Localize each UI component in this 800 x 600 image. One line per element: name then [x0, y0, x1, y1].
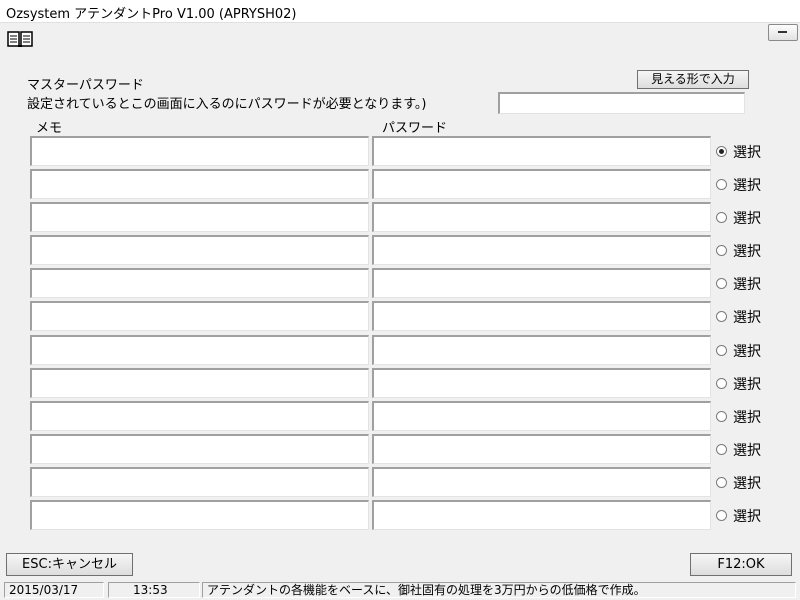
radio-button-icon[interactable]	[716, 510, 727, 521]
master-password-note: 設定されているとこの画面に入るのにパスワードが必要となります。)	[27, 97, 427, 112]
status-message: アテンダントの各機能をベースに、御社固有の処理を3万円からの低価格で作成。	[202, 582, 796, 598]
password-input[interactable]	[372, 401, 711, 431]
master-password-label: マスターパスワード	[27, 78, 144, 93]
select-radio[interactable]: 選択	[714, 207, 774, 229]
radio-button-icon[interactable]	[716, 245, 727, 256]
select-label: 選択	[733, 443, 761, 459]
memo-input[interactable]	[30, 368, 369, 398]
select-label: 選択	[733, 509, 761, 525]
radio-button-icon[interactable]	[716, 311, 727, 322]
memo-input[interactable]	[30, 335, 369, 365]
select-radio[interactable]: 選択	[714, 306, 774, 328]
radio-button-icon[interactable]	[716, 345, 727, 356]
select-label: 選択	[733, 277, 761, 293]
radio-button-icon[interactable]	[716, 278, 727, 289]
radio-button-icon[interactable]	[716, 378, 727, 389]
memo-input[interactable]	[30, 301, 369, 331]
select-radio[interactable]: 選択	[714, 406, 774, 428]
memo-input[interactable]	[30, 268, 369, 298]
password-input[interactable]	[372, 467, 711, 497]
password-input[interactable]	[372, 202, 711, 232]
select-radio[interactable]: 選択	[714, 505, 774, 527]
password-input[interactable]	[372, 268, 711, 298]
select-radio[interactable]: 選択	[714, 373, 774, 395]
main-window: Ozsystem アテンダントPro V1.00 (APRYSH02) マスター…	[0, 0, 800, 600]
password-input[interactable]	[372, 169, 711, 199]
password-input[interactable]	[372, 500, 711, 530]
status-time: 13:53	[108, 582, 200, 598]
memo-input[interactable]	[30, 467, 369, 497]
select-radio[interactable]: 選択	[714, 472, 774, 494]
minimize-button[interactable]	[768, 24, 798, 41]
memo-input[interactable]	[30, 169, 369, 199]
memo-column-header: メモ	[36, 121, 63, 136]
password-input[interactable]	[372, 368, 711, 398]
book-icon[interactable]	[7, 30, 33, 48]
radio-button-icon[interactable]	[716, 411, 727, 422]
title-bar: Ozsystem アテンダントPro V1.00 (APRYSH02)	[0, 0, 800, 23]
select-label: 選択	[733, 310, 761, 326]
ok-button[interactable]: F12:OK	[690, 553, 792, 576]
select-label: 選択	[733, 244, 761, 260]
cancel-button[interactable]: ESC:キャンセル	[6, 553, 133, 576]
window-title: Ozsystem アテンダントPro V1.00 (APRYSH02)	[6, 7, 297, 22]
master-password-input[interactable]	[498, 92, 745, 114]
select-radio[interactable]: 選択	[714, 439, 774, 461]
status-date: 2015/03/17	[4, 582, 104, 598]
password-input[interactable]	[372, 301, 711, 331]
radio-button-icon[interactable]	[716, 212, 727, 223]
memo-input[interactable]	[30, 434, 369, 464]
select-radio[interactable]: 選択	[714, 141, 774, 163]
select-label: 選択	[733, 211, 761, 227]
password-input[interactable]	[372, 335, 711, 365]
show-password-button[interactable]: 見える形で入力	[637, 70, 749, 89]
select-radio[interactable]: 選択	[714, 340, 774, 362]
password-input[interactable]	[372, 136, 711, 166]
password-input[interactable]	[372, 434, 711, 464]
select-label: 選択	[733, 476, 761, 492]
select-label: 選択	[733, 178, 761, 194]
select-radio[interactable]: 選択	[714, 273, 774, 295]
status-bar: 2015/03/17 13:53 アテンダントの各機能をベースに、御社固有の処理…	[0, 580, 800, 600]
radio-button-icon[interactable]	[716, 146, 727, 157]
password-input[interactable]	[372, 235, 711, 265]
select-radio[interactable]: 選択	[714, 240, 774, 262]
memo-input[interactable]	[30, 401, 369, 431]
select-label: 選択	[733, 377, 761, 393]
radio-button-icon[interactable]	[716, 477, 727, 488]
select-label: 選択	[733, 410, 761, 426]
select-label: 選択	[733, 344, 761, 360]
radio-button-icon[interactable]	[716, 179, 727, 190]
memo-input[interactable]	[30, 202, 369, 232]
radio-button-icon[interactable]	[716, 444, 727, 455]
password-column-header: パスワード	[382, 121, 448, 136]
memo-input[interactable]	[30, 235, 369, 265]
memo-input[interactable]	[30, 500, 369, 530]
select-label: 選択	[733, 145, 761, 161]
memo-input[interactable]	[30, 136, 369, 166]
select-radio[interactable]: 選択	[714, 174, 774, 196]
